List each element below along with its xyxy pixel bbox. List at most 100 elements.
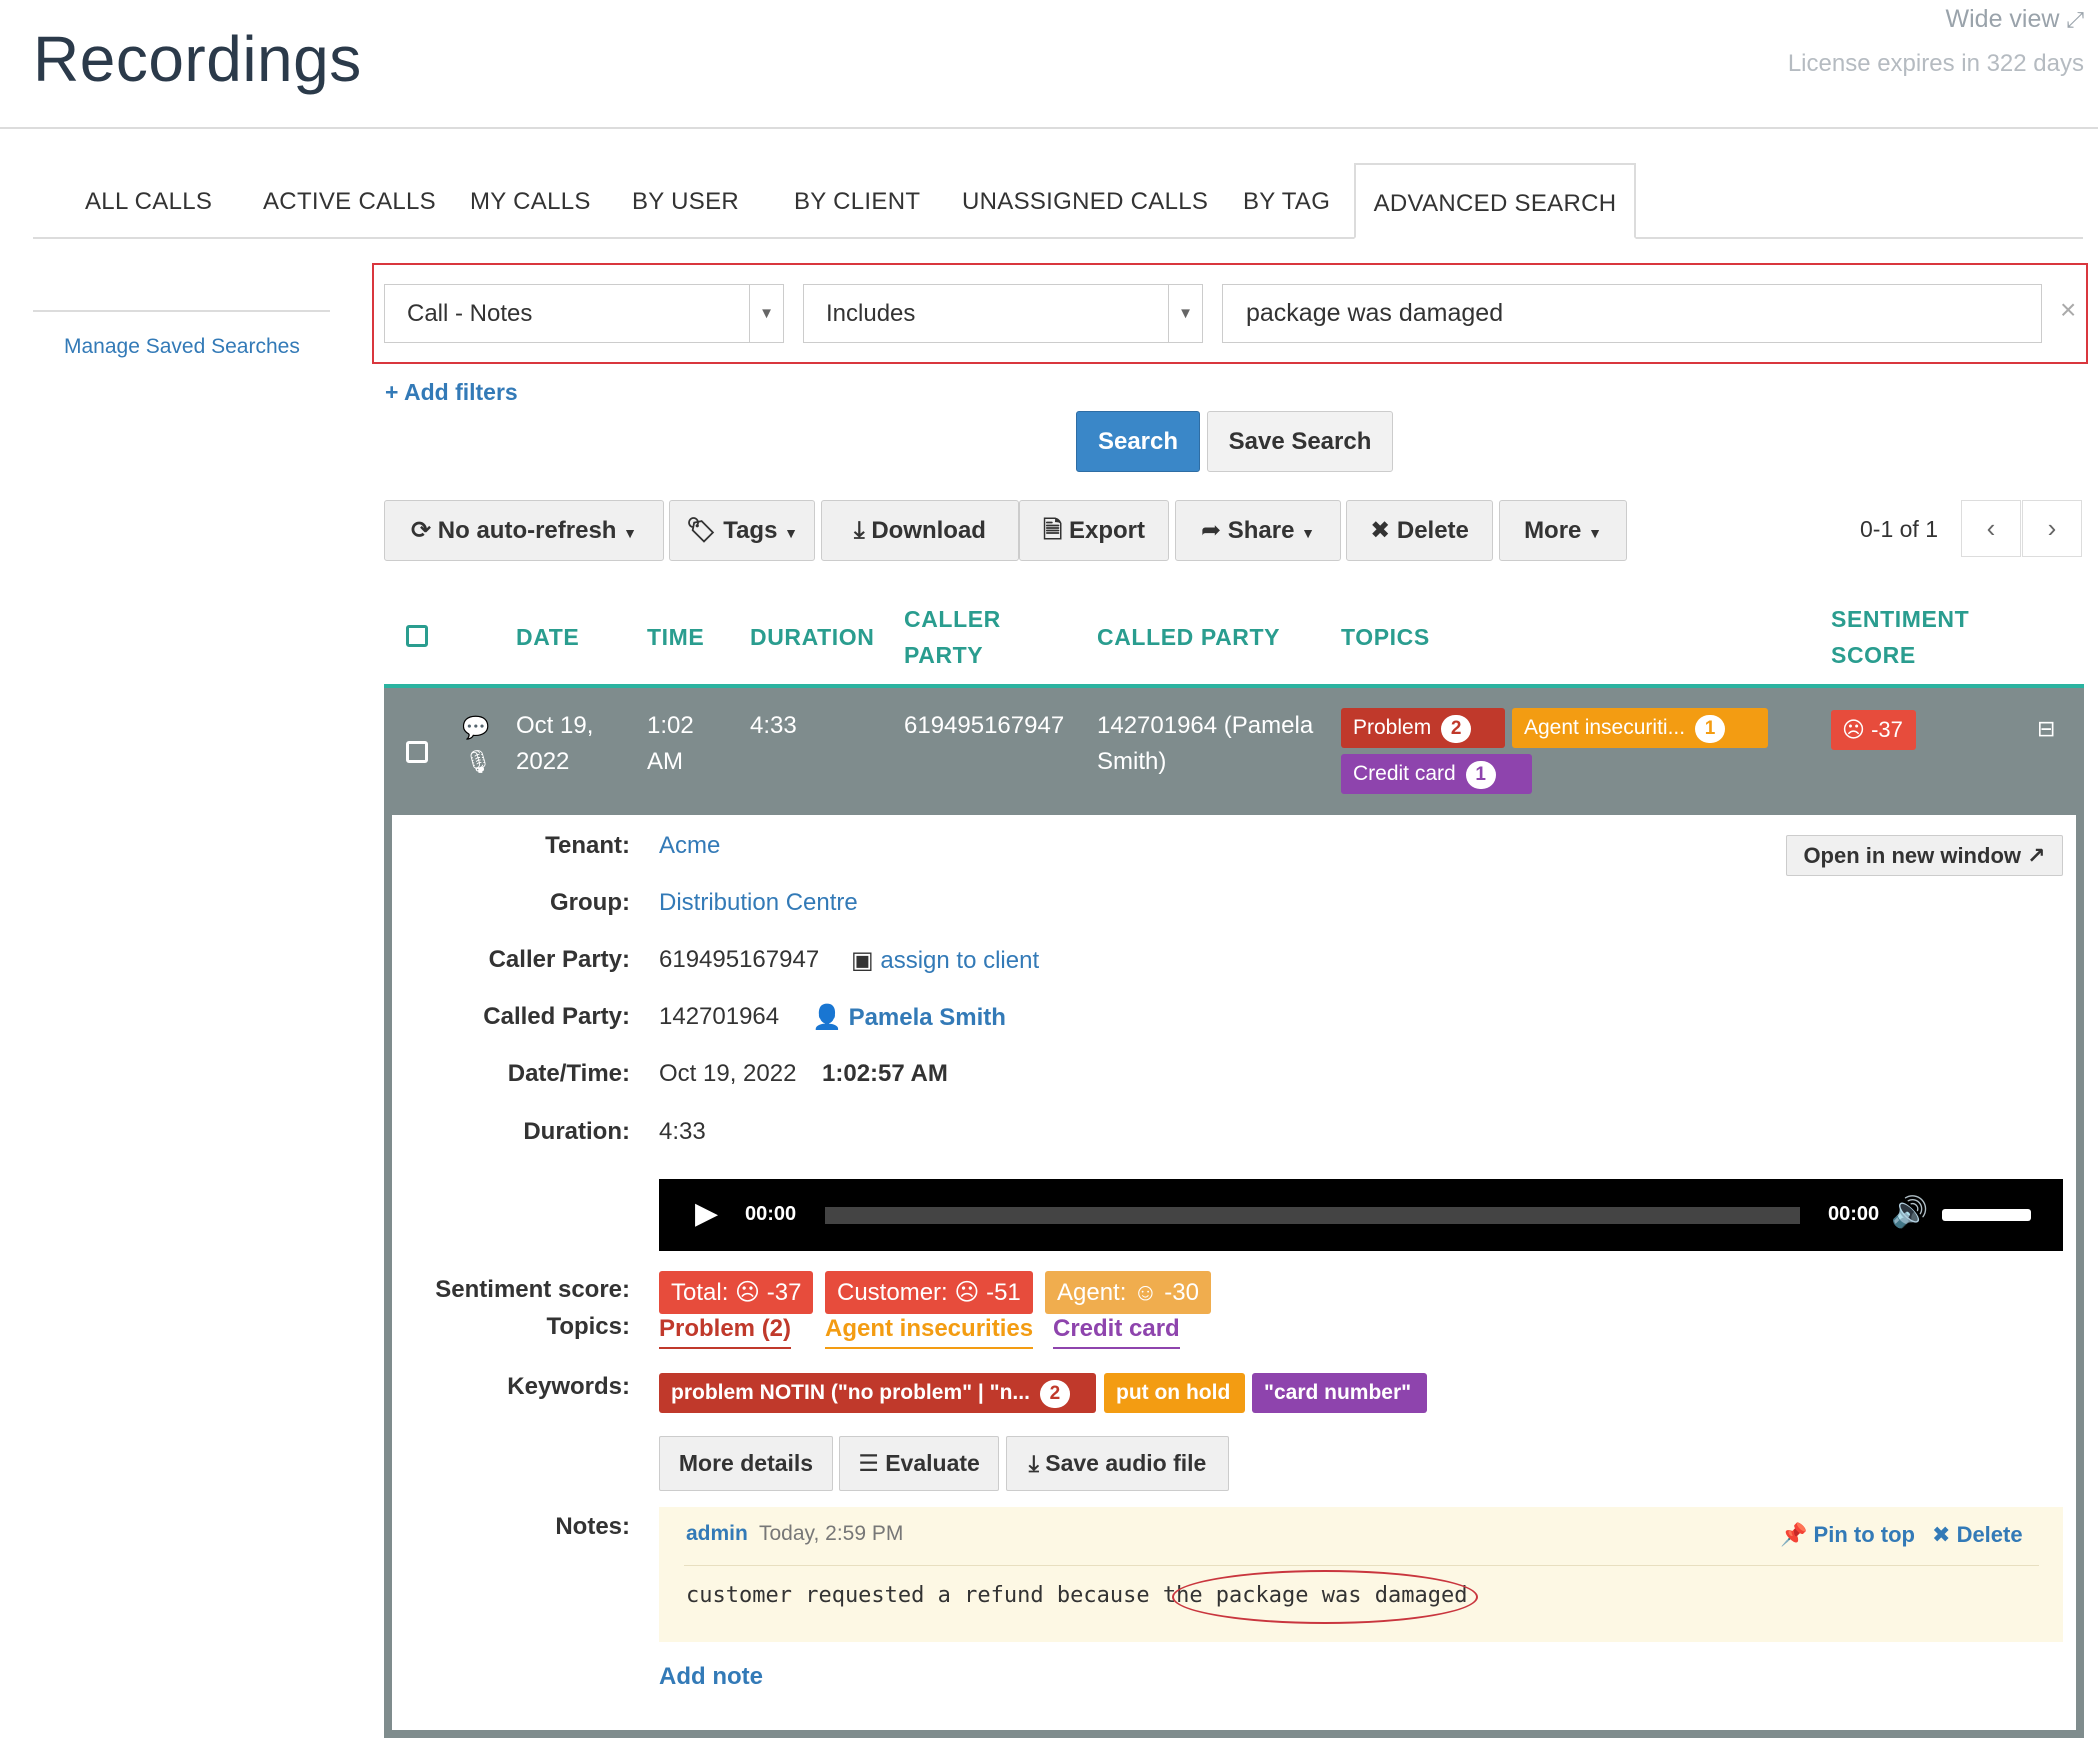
- called-label: Called Party:: [483, 1003, 630, 1030]
- tab-by-client[interactable]: BY CLIENT: [766, 163, 948, 239]
- volume-slider[interactable]: [1942, 1209, 2031, 1221]
- manage-saved-searches-link[interactable]: Manage Saved Searches: [64, 335, 300, 359]
- wide-view-toggle[interactable]: Wide view ⤢: [1946, 5, 2084, 34]
- tab-by-user[interactable]: BY USER: [604, 163, 767, 239]
- keyword-badge[interactable]: "card number": [1252, 1373, 1427, 1413]
- topic-badge-count: 2: [1441, 715, 1472, 743]
- prev-page-button[interactable]: ‹: [1961, 500, 2021, 557]
- column-topics[interactable]: TOPICS: [1341, 619, 1430, 655]
- microphone-icon: 🎙: [464, 749, 492, 774]
- tags-dropdown[interactable]: 🏷 Tags ▼: [669, 500, 815, 561]
- open-new-window-button[interactable]: Open in new window ↗: [1786, 835, 2063, 876]
- contact-card-icon: ▣: [851, 947, 874, 974]
- row-called-line1: 142701964 (Pamela: [1097, 712, 1314, 739]
- filter-field-select[interactable]: Call - Notes ▼: [384, 284, 784, 343]
- time-value: 1:02:57 AM: [822, 1060, 948, 1087]
- column-caller-party[interactable]: CALLER PARTY: [904, 601, 1001, 673]
- tenant-link[interactable]: Acme: [659, 832, 720, 860]
- save-search-button[interactable]: Save Search: [1207, 411, 1393, 472]
- row-date-line1: Oct 19,: [516, 712, 594, 739]
- note-timestamp: Today, 2:59 PM: [759, 1522, 904, 1545]
- tab-by-tag[interactable]: BY TAG: [1215, 163, 1358, 239]
- column-called-party[interactable]: CALLED PARTY: [1097, 619, 1280, 655]
- column-date[interactable]: DATE: [516, 619, 579, 655]
- play-icon[interactable]: ▶: [695, 1196, 718, 1231]
- column-sentiment-score[interactable]: SENTIMENT SCORE: [1831, 601, 1969, 673]
- more-details-button[interactable]: More details: [659, 1436, 833, 1491]
- table-row[interactable]: 💬 🎙 Oct 19, 2022 1:02 AM 4:33 6194951679…: [384, 688, 2084, 815]
- pin-to-top-link[interactable]: 📌 Pin to top: [1780, 1522, 1915, 1548]
- select-all-checkbox[interactable]: [406, 625, 428, 647]
- excel-file-icon: 🗎: [1043, 517, 1063, 544]
- filter-value-input[interactable]: package was damaged: [1222, 284, 2042, 343]
- delete-button[interactable]: ✖ Delete: [1346, 500, 1493, 561]
- collapse-icon[interactable]: ⊟: [2037, 711, 2055, 747]
- save-audio-file-button[interactable]: ⤓ Save audio file: [1006, 1436, 1229, 1491]
- column-time[interactable]: TIME: [647, 619, 704, 655]
- sentiment-label: Sentiment score:: [435, 1276, 630, 1303]
- topic-badge[interactable]: Problem 2: [1341, 708, 1505, 748]
- total-sentiment-badge: Total: ☹ -37: [659, 1271, 814, 1314]
- more-dropdown[interactable]: More ▼: [1499, 500, 1627, 561]
- download-icon: ⤓: [854, 517, 865, 544]
- tab-advanced-search[interactable]: ADVANCED SEARCH: [1354, 163, 1636, 239]
- row-date-line2: 2022: [516, 748, 570, 775]
- share-dropdown[interactable]: ➦ Share ▼: [1175, 500, 1341, 561]
- row-called-line2: Smith): [1097, 748, 1167, 775]
- clear-filter-icon[interactable]: ×: [2060, 294, 2076, 326]
- group-link[interactable]: Distribution Centre: [659, 889, 858, 917]
- delete-note-link[interactable]: ✖ Delete: [1932, 1522, 2023, 1548]
- tab-my-calls[interactable]: MY CALLS: [442, 163, 619, 239]
- topic-link-agent-insecurities[interactable]: Agent insecurities: [825, 1315, 1034, 1349]
- download-icon: ⤓: [1028, 1450, 1039, 1476]
- auto-refresh-label: No auto-refresh: [437, 517, 617, 544]
- share-icon: ➦: [1200, 517, 1222, 544]
- wide-view-label: Wide view: [1945, 5, 2060, 33]
- license-notice: License expires in 322 days: [1787, 50, 2084, 77]
- audio-progress-bar[interactable]: [825, 1207, 1800, 1224]
- row-checkbox[interactable]: [406, 741, 428, 763]
- keyword-badge[interactable]: problem NOTIN ("no problem" | "n... 2: [659, 1373, 1096, 1413]
- volume-icon[interactable]: 🔊: [1891, 1195, 1928, 1230]
- tab-unassigned-calls[interactable]: UNASSIGNED CALLS: [934, 163, 1236, 239]
- caret-down-icon: ▼: [1588, 525, 1602, 541]
- export-button[interactable]: 🗎 Export: [1019, 500, 1169, 561]
- comment-icon: 💬: [462, 715, 490, 740]
- sidebar-divider: [33, 310, 330, 312]
- topic-badge[interactable]: Agent insecuriti... 1: [1512, 708, 1768, 748]
- download-button[interactable]: ⤓ Download: [821, 500, 1019, 561]
- search-button[interactable]: Search: [1076, 411, 1200, 472]
- column-sentiment-line2: SCORE: [1831, 642, 1916, 668]
- customer-sentiment-badge: Customer: ☹ -51: [825, 1271, 1033, 1314]
- row-time-line2: AM: [647, 748, 683, 775]
- called-user-name: Pamela Smith: [848, 1004, 1006, 1031]
- add-filters-link[interactable]: + Add filters: [385, 379, 518, 406]
- chevron-down-icon: ▼: [749, 285, 783, 342]
- tab-all-calls[interactable]: ALL CALLS: [57, 163, 240, 239]
- external-link-icon: ↗: [2027, 843, 2046, 868]
- table-header: DATE TIME DURATION CALLER PARTY CALLED P…: [384, 586, 2084, 688]
- share-label: Share: [1227, 517, 1295, 544]
- auto-refresh-dropdown[interactable]: ⟳ No auto-refresh ▼: [384, 500, 664, 561]
- sad-face-icon: ☹: [954, 1279, 980, 1306]
- topic-link-credit-card[interactable]: Credit card: [1053, 1315, 1180, 1349]
- filter-operator-select[interactable]: Includes ▼: [803, 284, 1203, 343]
- chevron-left-icon: ‹: [1986, 513, 1996, 543]
- note-author[interactable]: admin: [686, 1522, 748, 1546]
- add-note-link[interactable]: Add note: [659, 1663, 763, 1691]
- tag-icon: 🏷: [686, 517, 717, 544]
- keyword-badge[interactable]: put on hold: [1104, 1373, 1245, 1413]
- topic-link-problem[interactable]: Problem (2): [659, 1315, 792, 1349]
- sad-face-icon: ☹: [1842, 717, 1865, 742]
- topic-badge[interactable]: Credit card 1: [1341, 754, 1532, 794]
- next-page-button[interactable]: ›: [2022, 500, 2082, 557]
- tab-active-calls[interactable]: ACTIVE CALLS: [235, 163, 464, 239]
- called-user-link[interactable]: 👤 Pamela Smith: [812, 1003, 1006, 1032]
- column-duration[interactable]: DURATION: [750, 619, 874, 655]
- delete-note-label: Delete: [1956, 1522, 2023, 1547]
- topic-badge-count: 1: [1465, 761, 1496, 789]
- evaluate-button[interactable]: ☰ Evaluate: [839, 1436, 999, 1491]
- tab-bar: ALL CALLS ACTIVE CALLS MY CALLS BY USER …: [33, 163, 2083, 239]
- row-time-line1: 1:02: [647, 712, 694, 739]
- assign-to-client-link[interactable]: ▣ assign to client: [851, 946, 1039, 975]
